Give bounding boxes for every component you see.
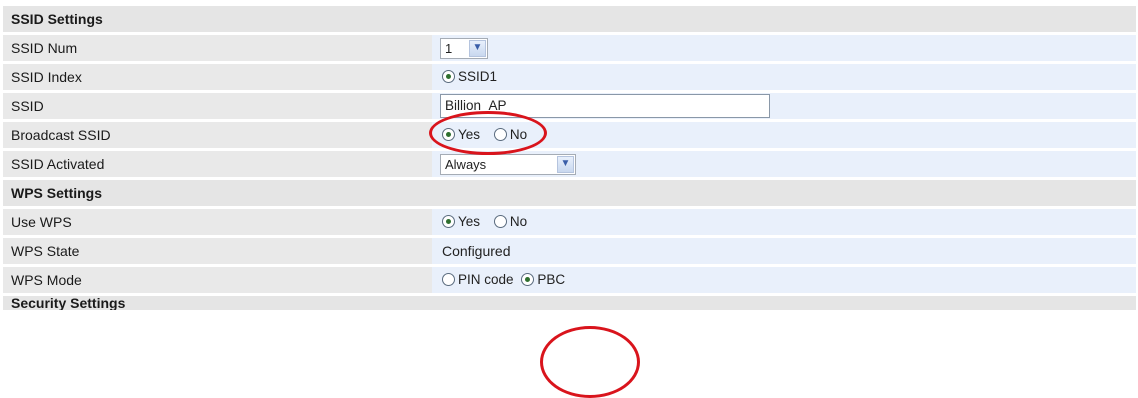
section-header-ssid: SSID Settings xyxy=(3,6,1136,32)
row-ssid-index: SSID Index SSID1 xyxy=(3,64,1136,90)
ssid-num-select[interactable]: 1 ▼ xyxy=(440,37,488,59)
field-label: WPS Mode xyxy=(3,267,432,293)
field-label: Broadcast SSID xyxy=(3,122,432,148)
ssid-activated-select[interactable]: Always ▼ xyxy=(440,153,576,175)
row-broadcast-ssid: Broadcast SSID Yes No xyxy=(3,122,1136,148)
ssid-input[interactable]: Billion_AP xyxy=(440,94,770,118)
row-ssid: SSID Billion_AP xyxy=(3,93,1136,119)
radio-label: SSID1 xyxy=(458,68,498,84)
radio-button[interactable] xyxy=(442,214,455,228)
row-ssid-activated: SSID Activated Always ▼ xyxy=(3,151,1136,177)
select-value: 1 xyxy=(445,40,453,56)
section-title: WPS Settings xyxy=(3,180,1136,206)
radio-button[interactable] xyxy=(493,127,507,141)
radio-label: PBC xyxy=(537,271,566,287)
settings-table: SSID Settings SSID Num 1 ▼ SSID Index SS… xyxy=(3,3,1136,313)
broadcast-no-option[interactable]: No xyxy=(493,126,528,142)
radio-label: No xyxy=(509,126,528,142)
radio-button[interactable] xyxy=(521,272,535,286)
field-label: SSID Num xyxy=(3,35,432,61)
radio-label: PIN code xyxy=(458,271,514,287)
radio-button[interactable] xyxy=(493,214,507,228)
section-title: Security Settings xyxy=(11,296,126,310)
wps-mode-pin-option[interactable]: PIN code xyxy=(442,272,514,287)
radio-label: Yes xyxy=(458,213,481,229)
row-wps-state: WPS State Configured xyxy=(3,238,1136,264)
radio-label: No xyxy=(509,213,528,229)
wps-mode-pbc-option[interactable]: PBC xyxy=(521,272,565,287)
highlight-ellipse-pbc xyxy=(540,326,640,398)
row-ssid-num: SSID Num 1 ▼ xyxy=(3,35,1136,61)
field-label: WPS State xyxy=(3,238,432,264)
wps-state-value: Configured xyxy=(432,238,1136,264)
radio-button[interactable] xyxy=(442,272,455,286)
radio-label: Yes xyxy=(458,126,481,142)
chevron-down-icon: ▼ xyxy=(557,155,574,173)
row-use-wps: Use WPS Yes No xyxy=(3,209,1136,235)
field-label: SSID Index xyxy=(3,64,432,90)
field-label: SSID Activated xyxy=(3,151,432,177)
radio-button[interactable] xyxy=(442,69,455,83)
settings-panel: SSID Settings SSID Num 1 ▼ SSID Index SS… xyxy=(0,0,1138,398)
section-header-security: Security Settings xyxy=(3,296,1136,310)
section-header-wps: WPS Settings xyxy=(3,180,1136,206)
chevron-down-icon: ▼ xyxy=(469,39,486,57)
section-title: SSID Settings xyxy=(3,6,1136,32)
radio-button[interactable] xyxy=(442,127,455,141)
use-wps-no-option[interactable]: No xyxy=(493,213,528,229)
field-label: Use WPS xyxy=(3,209,432,235)
select-value: Always xyxy=(445,156,487,172)
broadcast-yes-option[interactable]: Yes xyxy=(442,127,480,142)
ssid1-radio-option[interactable]: SSID1 xyxy=(442,69,497,84)
row-wps-mode: WPS Mode PIN code PBC xyxy=(3,267,1136,293)
field-label: SSID xyxy=(3,93,432,119)
use-wps-yes-option[interactable]: Yes xyxy=(442,214,480,229)
